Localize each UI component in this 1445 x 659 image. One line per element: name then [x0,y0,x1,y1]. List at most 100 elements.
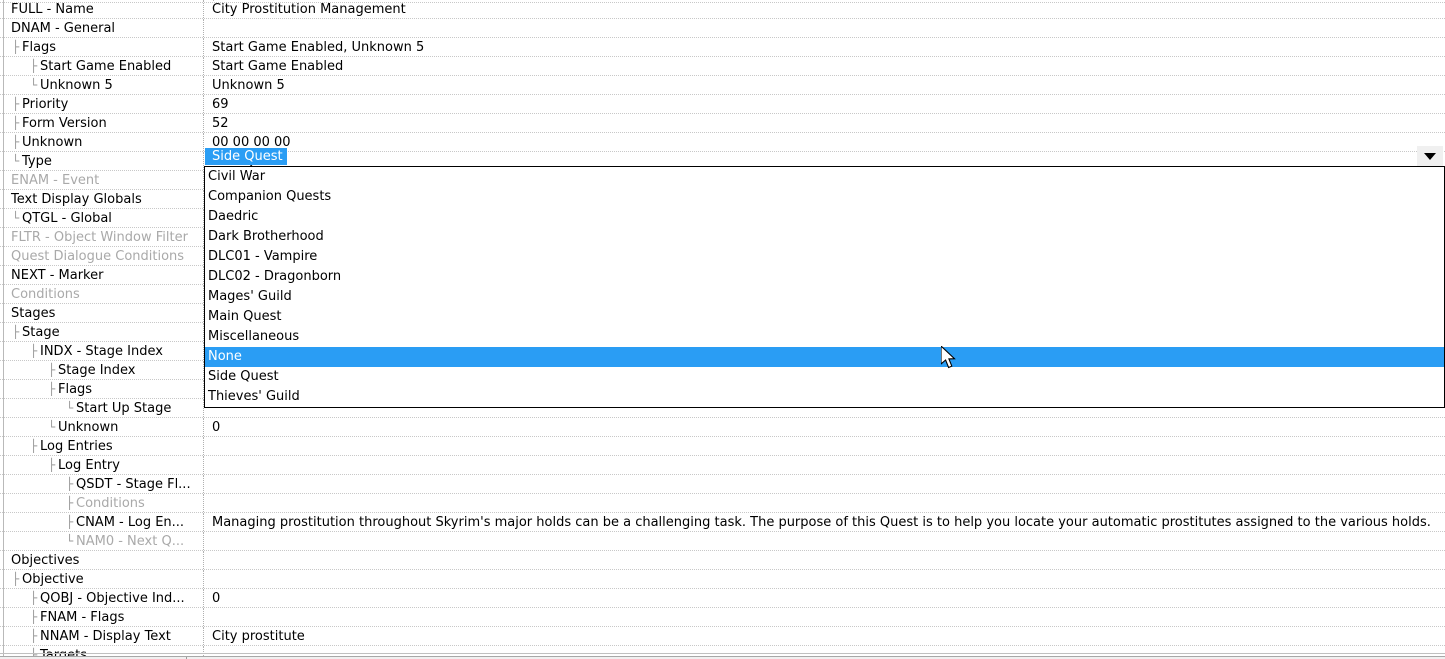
tree-branch-icon: ├ [66,477,74,491]
record-row-key-cell[interactable]: └ Unknown [0,418,204,436]
record-row-key-label: Conditions [11,287,80,302]
record-row-key-cell[interactable]: ├ QSDT - Stage Fl... [0,475,204,493]
record-row-key-cell[interactable]: ├ Objective [0,570,204,588]
record-row[interactable]: DNAM - General [0,19,1445,38]
record-row-key-cell[interactable]: ├ Unknown [0,133,204,151]
record-row-key-cell[interactable]: ├ FNAM - Flags [0,608,204,626]
record-row[interactable]: ├ Start Game Enabled Start Game Enabled [0,57,1445,76]
record-row-key-cell[interactable]: NEXT - Marker [0,266,204,284]
record-row-key-cell[interactable]: └ Start Up Stage [0,399,204,417]
record-row[interactable]: Objectives [0,551,1445,570]
record-row-key-cell[interactable]: ├ Flags [0,38,204,56]
quest-type-option[interactable]: Main Quest [205,307,1445,327]
record-row[interactable]: ├ Priority 69 [0,95,1445,114]
record-row-key-label: QSDT - Stage Fl... [76,477,191,492]
quest-type-option[interactable]: Thieves' Guild [205,387,1445,407]
record-row[interactable]: ├ QSDT - Stage Fl... [0,475,1445,494]
quest-type-option[interactable]: Companion Quests [205,187,1445,207]
record-row[interactable]: ├ Conditions [0,494,1445,513]
record-row[interactable]: ├ QOBJ - Objective Ind... 0 [0,589,1445,608]
record-row[interactable]: ├ Objective [0,570,1445,589]
record-row[interactable]: ├ Log Entries [0,437,1445,456]
record-row[interactable]: ├ Form Version 52 [0,114,1445,133]
record-row[interactable]: └ Unknown 5 Unknown 5 [0,76,1445,95]
record-row-key-cell[interactable]: ├ CNAM - Log En... [0,513,204,531]
record-row-key-cell[interactable]: ├ Log Entries [0,437,204,455]
record-row[interactable]: ├ FNAM - Flags [0,608,1445,627]
tree-branch-icon: └ [12,154,20,168]
quest-type-option[interactable]: Daedric [205,207,1445,227]
record-row-value-cell[interactable] [205,437,1445,455]
record-row-value-cell[interactable]: Start Game Enabled [205,57,1445,75]
record-row[interactable]: ├ Flags Start Game Enabled, Unknown 5 [0,38,1445,57]
record-row-value-cell[interactable]: Unknown 5 [205,76,1445,94]
record-row-key-cell[interactable]: ├ Stage Index [0,361,204,379]
tree-branch-icon: ├ [12,572,20,586]
record-row-value-cell[interactable]: Managing prostitution throughout Skyrim'… [205,513,1445,531]
record-row[interactable]: └ Unknown 0 [0,418,1445,437]
record-row-value-cell[interactable]: 0 [205,418,1445,436]
quest-type-option[interactable]: DLC02 - Dragonborn [205,267,1445,287]
record-row-key-cell[interactable]: DNAM - General [0,19,204,37]
record-row-value-cell[interactable]: City prostitute [205,627,1445,645]
record-row-value-cell[interactable]: Start Game Enabled, Unknown 5 [205,38,1445,56]
record-row-value-cell[interactable] [205,608,1445,626]
record-row-key-label: NAM0 - Next Q... [76,534,185,549]
quest-type-option[interactable]: None [205,347,1445,367]
record-row-value-cell[interactable] [205,494,1445,512]
record-row-key-cell[interactable]: ├ Stage [0,323,204,341]
record-row-value-cell[interactable] [205,19,1445,37]
record-row[interactable]: ├ Log Entry [0,456,1445,475]
grid-bottom-rule [0,653,1445,654]
record-row-key-cell[interactable]: ├ NNAM - Display Text [0,627,204,645]
quest-type-combo-button[interactable] [1417,146,1443,166]
quest-type-dropdown-list[interactable]: Civil War Companion Quests Daedric Dark Bro… [204,166,1445,408]
record-row-key-cell[interactable]: ├ INDX - Stage Index [0,342,204,360]
record-row-key-cell[interactable]: Stages [0,304,204,322]
record-row-key-label: FLTR - Object Window Filter [11,230,188,245]
record-row-key-cell[interactable]: Quest Dialogue Conditions [0,247,204,265]
quest-type-combo-value[interactable]: Side Quest [205,148,287,165]
record-row[interactable]: ├ CNAM - Log En... Managing prostitution t… [0,513,1445,532]
record-row-value-cell[interactable]: City Prostitution Management [205,0,1445,18]
record-row-key-label: NNAM - Display Text [40,629,171,644]
record-row-key-cell[interactable]: └ NAM0 - Next Q... [0,532,204,550]
record-row-value-cell[interactable] [205,570,1445,588]
record-row-key-cell[interactable]: ├ Flags [0,380,204,398]
quest-type-option[interactable]: Dark Brotherhood [205,227,1445,247]
quest-type-option[interactable]: DLC01 - Vampire [205,247,1445,267]
record-row-key-cell[interactable]: └ Type [0,152,204,170]
tree-branch-icon: └ [30,78,38,92]
record-row[interactable]: └ NAM0 - Next Q... [0,532,1445,551]
record-row-key-cell[interactable]: ENAM - Event [0,171,204,189]
record-row-key-cell[interactable]: ├ Conditions [0,494,204,512]
quest-type-option[interactable]: Side Quest [205,367,1445,387]
quest-type-option[interactable]: Miscellaneous [205,327,1445,347]
record-row-key-cell[interactable]: └ Unknown 5 [0,76,204,94]
record-row-key-label: Conditions [76,496,145,511]
record-row-value-cell[interactable]: 00 00 00 00 [205,133,1445,151]
record-row[interactable]: ├ NNAM - Display Text City prostitute [0,627,1445,646]
record-row-value-cell[interactable]: 0 [205,589,1445,607]
record-row-value-cell[interactable] [205,532,1445,550]
record-row-key-cell[interactable]: Objectives [0,551,204,569]
record-row-value-cell[interactable]: 52 [205,114,1445,132]
record-row-key-cell[interactable]: FULL - Name [0,0,204,18]
record-row-key-cell[interactable]: ├ QOBJ - Objective Ind... [0,589,204,607]
record-row-value-cell[interactable] [205,456,1445,474]
record-row-key-cell[interactable]: Conditions [0,285,204,303]
record-row-key-cell[interactable]: ├ Start Game Enabled [0,57,204,75]
record-row-key-cell[interactable]: ├ Form Version [0,114,204,132]
record-row-value-cell[interactable] [205,475,1445,493]
record-row-key-cell[interactable]: └ QTGL - Global [0,209,204,227]
tree-branch-icon: ├ [48,382,56,396]
record-row-value-cell[interactable] [205,551,1445,569]
record-row-key-cell[interactable]: ├ Priority [0,95,204,113]
record-row-key-cell[interactable]: Text Display Globals [0,190,204,208]
record-row-value-cell[interactable]: 69 [205,95,1445,113]
quest-type-option[interactable]: Mages' Guild [205,287,1445,307]
record-row[interactable]: FULL - Name City Prostitution Management [0,0,1445,19]
quest-type-option[interactable]: Civil War [205,167,1445,187]
record-row-key-cell[interactable]: ├ Log Entry [0,456,204,474]
record-row-key-cell[interactable]: FLTR - Object Window Filter [0,228,204,246]
